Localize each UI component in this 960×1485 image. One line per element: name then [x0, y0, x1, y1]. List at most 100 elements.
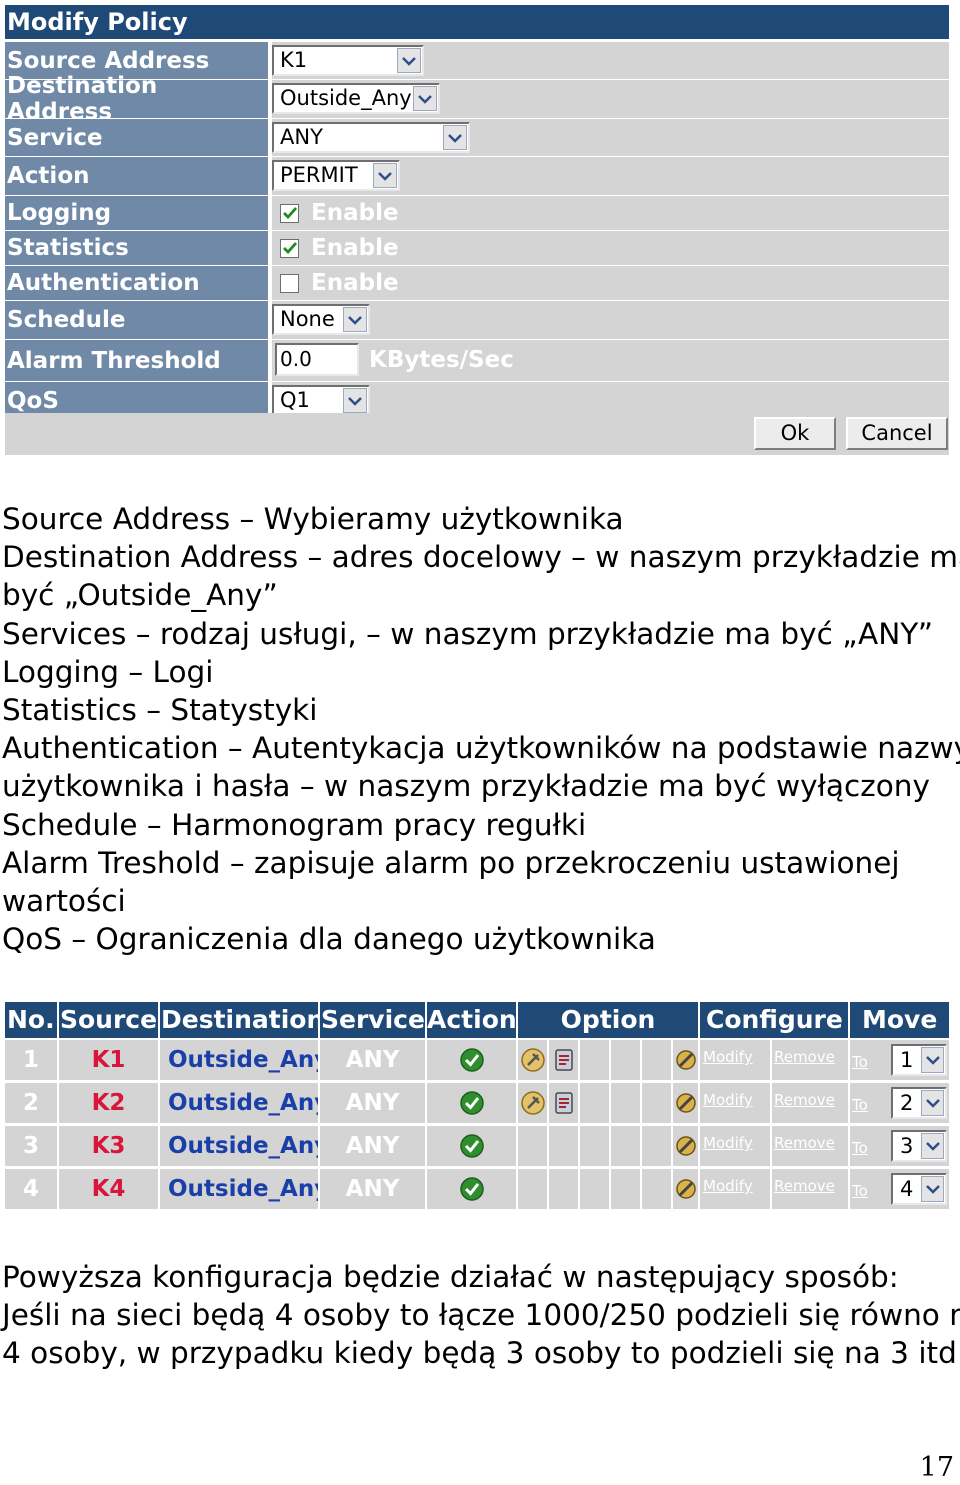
permit-check-icon	[427, 1126, 516, 1166]
description-line: Alarm Treshold – zapisuje alarm po przek…	[2, 845, 900, 880]
summary-text: Powyższa konfiguracja będzie działać w n…	[2, 1258, 960, 1373]
row-service: ANY	[320, 1169, 425, 1209]
remove-link[interactable]: Remove	[774, 1134, 835, 1152]
logging-cell: Enable	[272, 196, 949, 230]
service-value: ANY	[280, 125, 323, 149]
row-service: Service ANY	[5, 119, 949, 156]
row-service: ANY	[320, 1083, 425, 1123]
header-destination: Destination	[160, 1002, 318, 1038]
action-value: PERMIT	[280, 163, 358, 187]
option-empty-cell	[642, 1040, 671, 1080]
move-select[interactable]: 1	[891, 1044, 947, 1076]
form-footer: Ok Cancel	[5, 413, 949, 455]
chevron-down-icon[interactable]	[343, 388, 367, 413]
ok-button[interactable]: Ok	[754, 417, 836, 450]
authentication-cell: Enable	[272, 266, 949, 300]
permit-check-icon	[427, 1040, 516, 1080]
service-select[interactable]: ANY	[272, 122, 470, 153]
table-row: 2 K2 Outside_Any ANY Modify Remove To 2	[5, 1083, 949, 1123]
action-select[interactable]: PERMIT	[272, 160, 400, 191]
row-destination: Outside_Any	[160, 1126, 318, 1166]
row-service: ANY	[320, 1126, 425, 1166]
option-empty-cell	[580, 1169, 609, 1209]
alarm-threshold-label: Alarm Threshold	[5, 340, 268, 381]
modify-link[interactable]: Modify	[703, 1091, 753, 1109]
modify-link[interactable]: Modify	[703, 1177, 753, 1195]
option-empty-cell	[611, 1126, 640, 1166]
description-line: Logging – Logi	[2, 654, 214, 689]
move-value: 3	[900, 1134, 914, 1158]
destination-address-label: Destination Address	[5, 73, 268, 125]
statistics-checkbox[interactable]	[280, 238, 299, 258]
logging-checkbox[interactable]	[280, 203, 299, 223]
source-address-select[interactable]: K1	[272, 45, 424, 76]
row-source: K2	[59, 1083, 158, 1123]
modify-link[interactable]: Modify	[703, 1134, 753, 1152]
statistics-enable-label: Enable	[311, 235, 399, 261]
statistics-label: Statistics	[5, 231, 268, 265]
row-destination: Outside_Any	[160, 1169, 318, 1209]
chevron-down-icon[interactable]	[921, 1047, 944, 1073]
row-schedule: Schedule None	[5, 301, 949, 339]
move-to-link[interactable]: To	[852, 1139, 868, 1157]
chevron-down-icon[interactable]	[343, 307, 367, 332]
destination-address-cell: Outside_Any	[272, 80, 949, 118]
description-line: Services – rodzaj usługi, – w naszym prz…	[2, 616, 934, 651]
source-address-value: K1	[280, 48, 308, 72]
cancel-button[interactable]: Cancel	[846, 417, 948, 450]
description-line: Destination Address – adres docelowy – w…	[2, 540, 960, 575]
row-number: 4	[5, 1169, 57, 1209]
configure-icon	[673, 1040, 698, 1080]
permit-check-icon	[427, 1083, 516, 1123]
statistics-checkbox-group[interactable]: Enable	[280, 235, 399, 261]
log-icon	[518, 1040, 547, 1080]
header-option: Option	[518, 1002, 698, 1038]
move-value: 1	[900, 1048, 914, 1072]
table-row: 3 K3 Outside_Any ANY Modify Remove To 3	[5, 1126, 949, 1166]
chevron-down-icon[interactable]	[443, 125, 467, 150]
policy-table: No. Source Destination Service Action Op…	[5, 1002, 949, 1212]
chevron-down-icon[interactable]	[413, 86, 437, 111]
move-to-link[interactable]: To	[852, 1182, 868, 1200]
authentication-checkbox[interactable]	[280, 273, 299, 293]
chevron-down-icon[interactable]	[921, 1176, 944, 1202]
modify-cell: Modify	[700, 1169, 770, 1209]
remove-cell: Remove	[772, 1126, 848, 1166]
chevron-down-icon[interactable]	[397, 48, 421, 73]
move-value: 2	[900, 1091, 914, 1115]
permit-check-icon	[427, 1169, 516, 1209]
modify-cell: Modify	[700, 1040, 770, 1080]
option-empty-cell	[549, 1169, 578, 1209]
summary-line: Powyższa konfiguracja będzie działać w n…	[2, 1260, 899, 1294]
logging-checkbox-group[interactable]: Enable	[280, 200, 399, 226]
remove-link[interactable]: Remove	[774, 1091, 835, 1109]
move-select[interactable]: 4	[891, 1173, 947, 1205]
destination-address-value: Outside_Any	[280, 86, 412, 110]
remove-cell: Remove	[772, 1083, 848, 1123]
page-number: 17	[919, 1452, 954, 1483]
modify-link[interactable]: Modify	[703, 1048, 753, 1066]
service-cell: ANY	[272, 119, 949, 156]
chevron-down-icon[interactable]	[921, 1133, 944, 1159]
move-to-link[interactable]: To	[852, 1096, 868, 1114]
move-select[interactable]: 2	[891, 1087, 947, 1119]
row-alarm-threshold: Alarm Threshold 0.0 KBytes/Sec	[5, 340, 949, 381]
move-select[interactable]: 3	[891, 1130, 947, 1162]
qos-select[interactable]: Q1	[272, 385, 370, 416]
remove-link[interactable]: Remove	[774, 1048, 835, 1066]
authentication-checkbox-group[interactable]: Enable	[280, 270, 399, 296]
remove-cell: Remove	[772, 1040, 848, 1080]
remove-cell: Remove	[772, 1169, 848, 1209]
row-destination: Outside_Any	[160, 1040, 318, 1080]
schedule-select[interactable]: None	[272, 304, 370, 335]
description-line: użytkownika i hasła – w naszym przykładz…	[2, 769, 930, 804]
chevron-down-icon[interactable]	[921, 1090, 944, 1116]
table-row: 1 K1 Outside_Any ANY Modify Remove To 1	[5, 1040, 949, 1080]
alarm-threshold-input[interactable]: 0.0	[275, 343, 359, 376]
chevron-down-icon[interactable]	[373, 163, 397, 188]
remove-link[interactable]: Remove	[774, 1177, 835, 1195]
move-to-link[interactable]: To	[852, 1053, 868, 1071]
logging-enable-label: Enable	[311, 200, 399, 226]
destination-address-select[interactable]: Outside_Any	[272, 83, 440, 114]
action-label: Action	[5, 157, 268, 195]
